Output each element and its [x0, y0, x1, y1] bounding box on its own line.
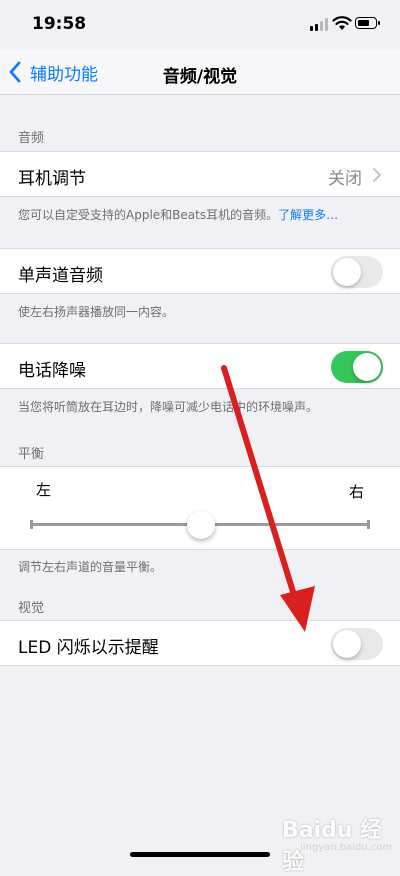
home-indicator	[130, 852, 270, 857]
balance-row: 左 右	[0, 466, 400, 550]
page-title: 音频/视觉	[162, 67, 238, 87]
mono-audio-label: 单声道音频	[18, 266, 103, 286]
led-flash-switch[interactable]	[331, 628, 383, 660]
section-header-audio: 音频	[18, 131, 45, 146]
navigation-bar: 辅助功能 音频/视觉	[0, 50, 400, 95]
led-flash-label: LED 闪烁以示提醒	[18, 638, 159, 658]
headphone-accommodations-row[interactable]: 耳机调节 关闭	[0, 151, 400, 197]
status-time: 19:58	[32, 14, 87, 34]
baidu-watermark-url: jingyan.baidu.com	[300, 842, 393, 853]
mono-audio-switch[interactable]	[331, 256, 383, 288]
headphone-accommodations-value: 关闭	[328, 169, 362, 189]
phone-noise-cancellation-row: 电话降噪	[0, 343, 400, 389]
noise-cancellation-footer: 当您将听筒放在耳边时，降噪可减少电话中的环境噪声。	[18, 400, 319, 414]
status-bar: 19:58	[0, 0, 400, 50]
mono-audio-footer: 使左右扬声器播放同一内容。	[18, 305, 175, 319]
wifi-icon	[332, 16, 352, 30]
headphone-accommodations-label: 耳机调节	[18, 169, 86, 189]
section-header-balance: 平衡	[18, 447, 45, 462]
balance-right-label: 右	[348, 483, 364, 501]
balance-left-label: 左	[36, 481, 52, 499]
section-header-visual: 视觉	[18, 601, 45, 616]
balance-footer: 调节左右声道的音量平衡。	[18, 560, 163, 574]
phone-noise-cancellation-switch[interactable]	[331, 351, 383, 383]
mono-audio-row: 单声道音频	[0, 248, 400, 294]
headphone-footer-text: 您可以自定受支持的Apple和Beats耳机的音频。	[18, 208, 279, 222]
balance-slider-thumb[interactable]	[186, 511, 215, 539]
battery-icon	[355, 17, 380, 29]
learn-more-link[interactable]: 了解更多…	[278, 208, 338, 222]
phone-noise-cancellation-label: 电话降噪	[18, 361, 86, 381]
cellular-signal-icon	[310, 17, 328, 31]
annotation-arrow-icon	[221, 365, 315, 632]
chevron-right-icon	[373, 168, 381, 182]
led-flash-row: LED 闪烁以示提醒	[0, 620, 400, 666]
headphone-footer: 您可以自定受支持的Apple和Beats耳机的音频。了解更多…	[18, 206, 382, 223]
